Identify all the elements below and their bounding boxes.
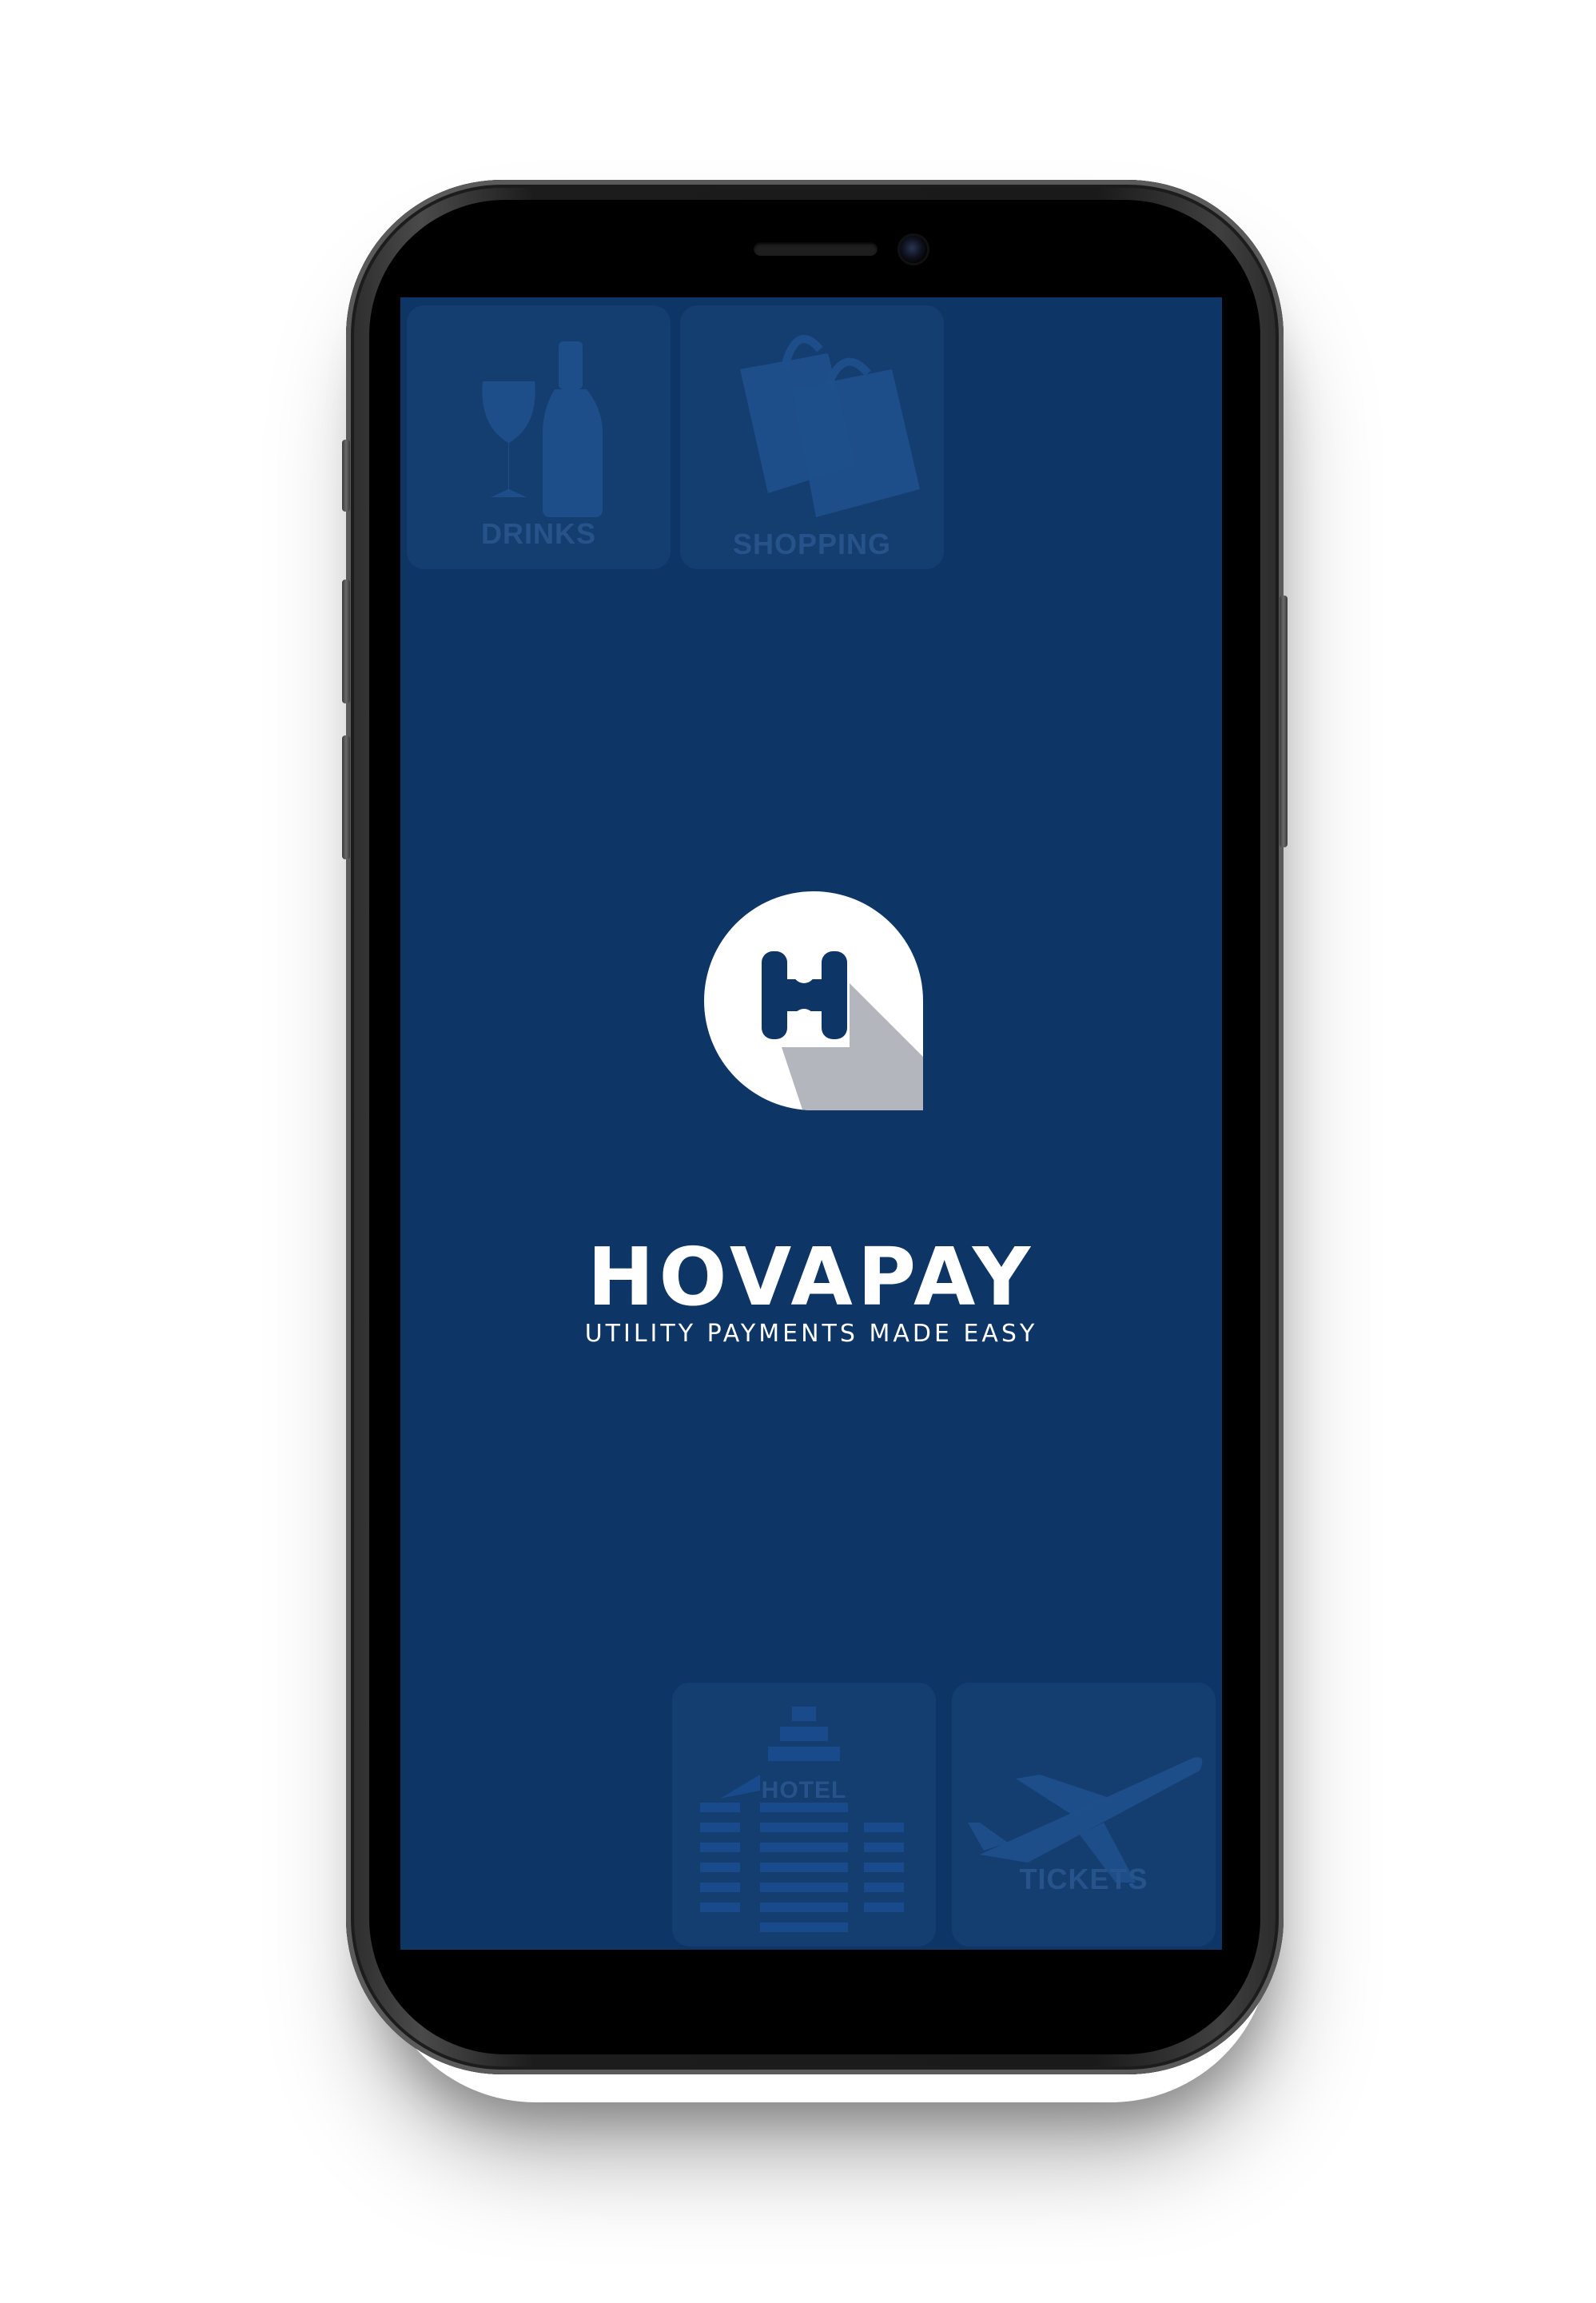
- earpiece-speaker: [754, 242, 878, 256]
- hovapay-logo: [694, 871, 933, 1111]
- volume-down-button: [342, 735, 350, 859]
- mockup-stage: DRINKS SHOPPING HOTEL TICKETS HOVAPAY UT…: [0, 0, 1596, 2303]
- front-camera: [900, 236, 927, 263]
- tile-label-hotel: HOTEL: [761, 1777, 847, 1803]
- power-button: [1280, 596, 1288, 847]
- airplane-icon: [968, 1757, 1203, 1883]
- tagline: UTILITY PAYMENTS MADE EASY: [584, 1320, 1038, 1348]
- h-chat-bubble-logo-icon: [704, 891, 923, 1110]
- background-tile-tickets: TICKETS: [952, 1683, 1216, 1946]
- brand-name: HOVAPAY: [587, 1230, 1036, 1324]
- background-tile-shopping: SHOPPING: [680, 305, 944, 569]
- splash-screen: DRINKS SHOPPING HOTEL TICKETS HOVAPAY UT…: [400, 297, 1222, 1950]
- background-tile-hotel: HOTEL: [672, 1683, 936, 1946]
- tile-label-shopping: SHOPPING: [732, 528, 892, 560]
- tile-label-tickets: TICKETS: [1019, 1863, 1148, 1895]
- tile-label-drinks: DRINKS: [480, 517, 596, 550]
- background-tile-drinks: DRINKS: [407, 305, 671, 569]
- volume-up-button: [342, 580, 350, 703]
- hotel-building-icon: [700, 1707, 904, 1932]
- mute-switch: [342, 440, 350, 512]
